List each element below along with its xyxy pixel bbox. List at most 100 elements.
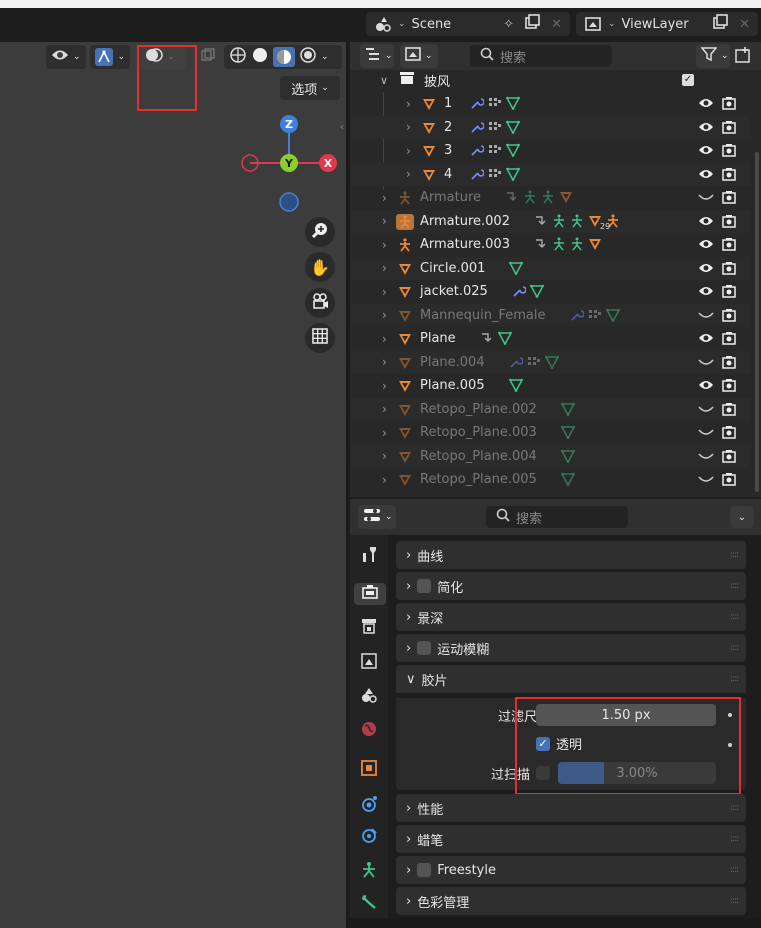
chevron-right-icon[interactable]: › (382, 332, 387, 346)
outliner-row[interactable]: › jacket.025 (350, 280, 750, 304)
simplify-checkbox[interactable] (417, 579, 432, 593)
chevron-right-icon[interactable]: › (382, 379, 387, 393)
eye-icon[interactable] (698, 262, 714, 278)
wrench-icon[interactable] (570, 308, 585, 326)
armature-data-icon[interactable] (552, 214, 566, 232)
chevron-right-icon[interactable]: › (382, 285, 387, 299)
mesh-object-icon[interactable] (559, 190, 573, 208)
object-tab[interactable] (358, 759, 380, 781)
scene-tab[interactable] (358, 686, 380, 708)
wrench-icon[interactable] (470, 167, 486, 185)
drag-handle-icon[interactable]: :::: (730, 550, 739, 560)
curves-panel[interactable]: › 曲线 :::: (396, 541, 746, 569)
freestyle-checkbox[interactable] (417, 863, 432, 877)
outliner-row[interactable]: › Retopo_Plane.003 (350, 421, 750, 445)
dof-panel[interactable]: › 景深 :::: (396, 603, 746, 631)
mesh-data-icon[interactable] (506, 96, 521, 114)
drag-handle-icon[interactable]: :::: (730, 803, 739, 813)
tool-tab[interactable] (358, 545, 380, 567)
vertex-groups-icon[interactable] (488, 120, 502, 138)
mesh-object-icon[interactable] (420, 167, 438, 183)
ortho-toggle-button[interactable] (305, 323, 335, 353)
camera-icon[interactable] (722, 284, 736, 302)
camera-icon[interactable] (722, 308, 736, 326)
outliner-row[interactable]: › Armature.003 (350, 233, 750, 257)
camera-icon[interactable] (722, 190, 736, 208)
motion-blur-checkbox[interactable] (417, 641, 432, 655)
camera-icon[interactable] (722, 331, 736, 349)
wireframe-shading-icon[interactable] (229, 46, 247, 68)
display-mode-dropdown[interactable]: ⌄ (360, 44, 394, 68)
camera-icon[interactable] (722, 425, 736, 443)
rendered-shading-icon[interactable] (299, 46, 317, 68)
vertex-groups-icon[interactable] (488, 143, 502, 161)
eye-closed-icon[interactable] (698, 403, 714, 419)
eye-icon[interactable] (698, 238, 714, 254)
mesh-data-icon[interactable] (506, 167, 521, 185)
armature-data-tab[interactable] (358, 861, 380, 883)
wrench-icon[interactable] (470, 143, 486, 161)
armature-data-icon[interactable] (541, 190, 555, 208)
outliner-row[interactable]: › 3 (350, 139, 750, 163)
wrench-icon[interactable] (470, 96, 486, 114)
camera-icon[interactable] (722, 237, 736, 255)
visibility-dropdown[interactable]: ⌄ (46, 45, 86, 69)
drag-handle-icon[interactable]: :::: (730, 896, 739, 906)
drag-handle-icon[interactable]: :::: (730, 612, 739, 622)
mesh-object-icon[interactable] (396, 308, 414, 324)
chevron-right-icon[interactable]: › (406, 167, 411, 181)
bone-tab[interactable] (358, 893, 380, 915)
camera-icon[interactable] (722, 167, 736, 185)
eye-closed-icon[interactable] (698, 450, 714, 466)
pose-icon[interactable] (505, 190, 519, 208)
outliner-search-input[interactable]: 搜索 (470, 45, 612, 67)
mesh-object-icon[interactable] (396, 472, 414, 488)
vertex-groups-icon[interactable] (588, 308, 602, 326)
chevron-right-icon[interactable]: › (382, 402, 387, 416)
outliner-row-label[interactable]: Armature.003 (420, 237, 510, 252)
chevron-right-icon[interactable]: › (382, 426, 387, 440)
outliner-row-label[interactable]: Retopo_Plane.002 (420, 402, 537, 417)
outliner-scrollbar[interactable] (755, 152, 759, 492)
eye-icon[interactable] (698, 285, 714, 301)
chevron-right-icon[interactable]: › (382, 238, 387, 252)
chevron-right-icon[interactable]: › (382, 355, 387, 369)
vertex-groups-icon[interactable] (527, 355, 541, 373)
eye-icon[interactable] (698, 215, 714, 231)
eye-closed-icon[interactable] (698, 191, 714, 207)
wrench-icon[interactable] (470, 120, 486, 138)
outliner-row-label[interactable]: Retopo_Plane.003 (420, 425, 537, 440)
outliner-row[interactable]: › Plane (350, 327, 750, 351)
outliner-row-label[interactable]: Armature (420, 190, 481, 205)
constraints-tab[interactable] (358, 827, 380, 849)
armature-data-icon[interactable] (570, 237, 584, 255)
eye-closed-icon[interactable] (698, 356, 714, 372)
chevron-right-icon[interactable]: › (382, 261, 387, 275)
mesh-data-icon[interactable] (560, 402, 576, 420)
3d-viewport[interactable]: ⌄ ⌄ ⌄ ⌄ 选项 ⌄ ‹ Z X Y ✋ (0, 42, 348, 928)
output-tab[interactable] (358, 617, 380, 639)
collection-row[interactable]: ∨ 披风 ✓ (350, 70, 750, 90)
mesh-data-icon[interactable] (529, 284, 545, 302)
eye-icon[interactable] (698, 97, 714, 113)
eye-closed-icon[interactable] (698, 426, 714, 442)
chevron-right-icon[interactable]: › (382, 473, 387, 487)
mesh-data-icon[interactable] (544, 355, 559, 373)
editor-type-dropdown[interactable]: ⌄ (358, 505, 396, 529)
outliner-row[interactable]: › 1 (350, 92, 750, 116)
outliner-row-label[interactable]: Plane.005 (420, 378, 485, 393)
chevron-down-icon[interactable]: ⌄ (321, 52, 329, 62)
mesh-object-icon[interactable] (396, 425, 414, 441)
armature-data-icon[interactable] (552, 237, 566, 255)
camera-icon[interactable] (722, 143, 736, 161)
viewlayer-selector[interactable]: ⌄ ViewLayer ✕ (576, 12, 758, 36)
camera-icon[interactable] (722, 96, 736, 114)
chevron-right-icon[interactable]: › (406, 144, 411, 158)
render-tab[interactable] (354, 583, 386, 605)
pose-icon[interactable] (480, 331, 494, 349)
outliner-row[interactable]: › 2 (350, 115, 750, 139)
physics-tab[interactable] (358, 795, 380, 817)
wrench-icon[interactable] (512, 284, 527, 302)
mesh-object-icon[interactable] (420, 120, 438, 136)
chevron-right-icon[interactable]: › (382, 449, 387, 463)
